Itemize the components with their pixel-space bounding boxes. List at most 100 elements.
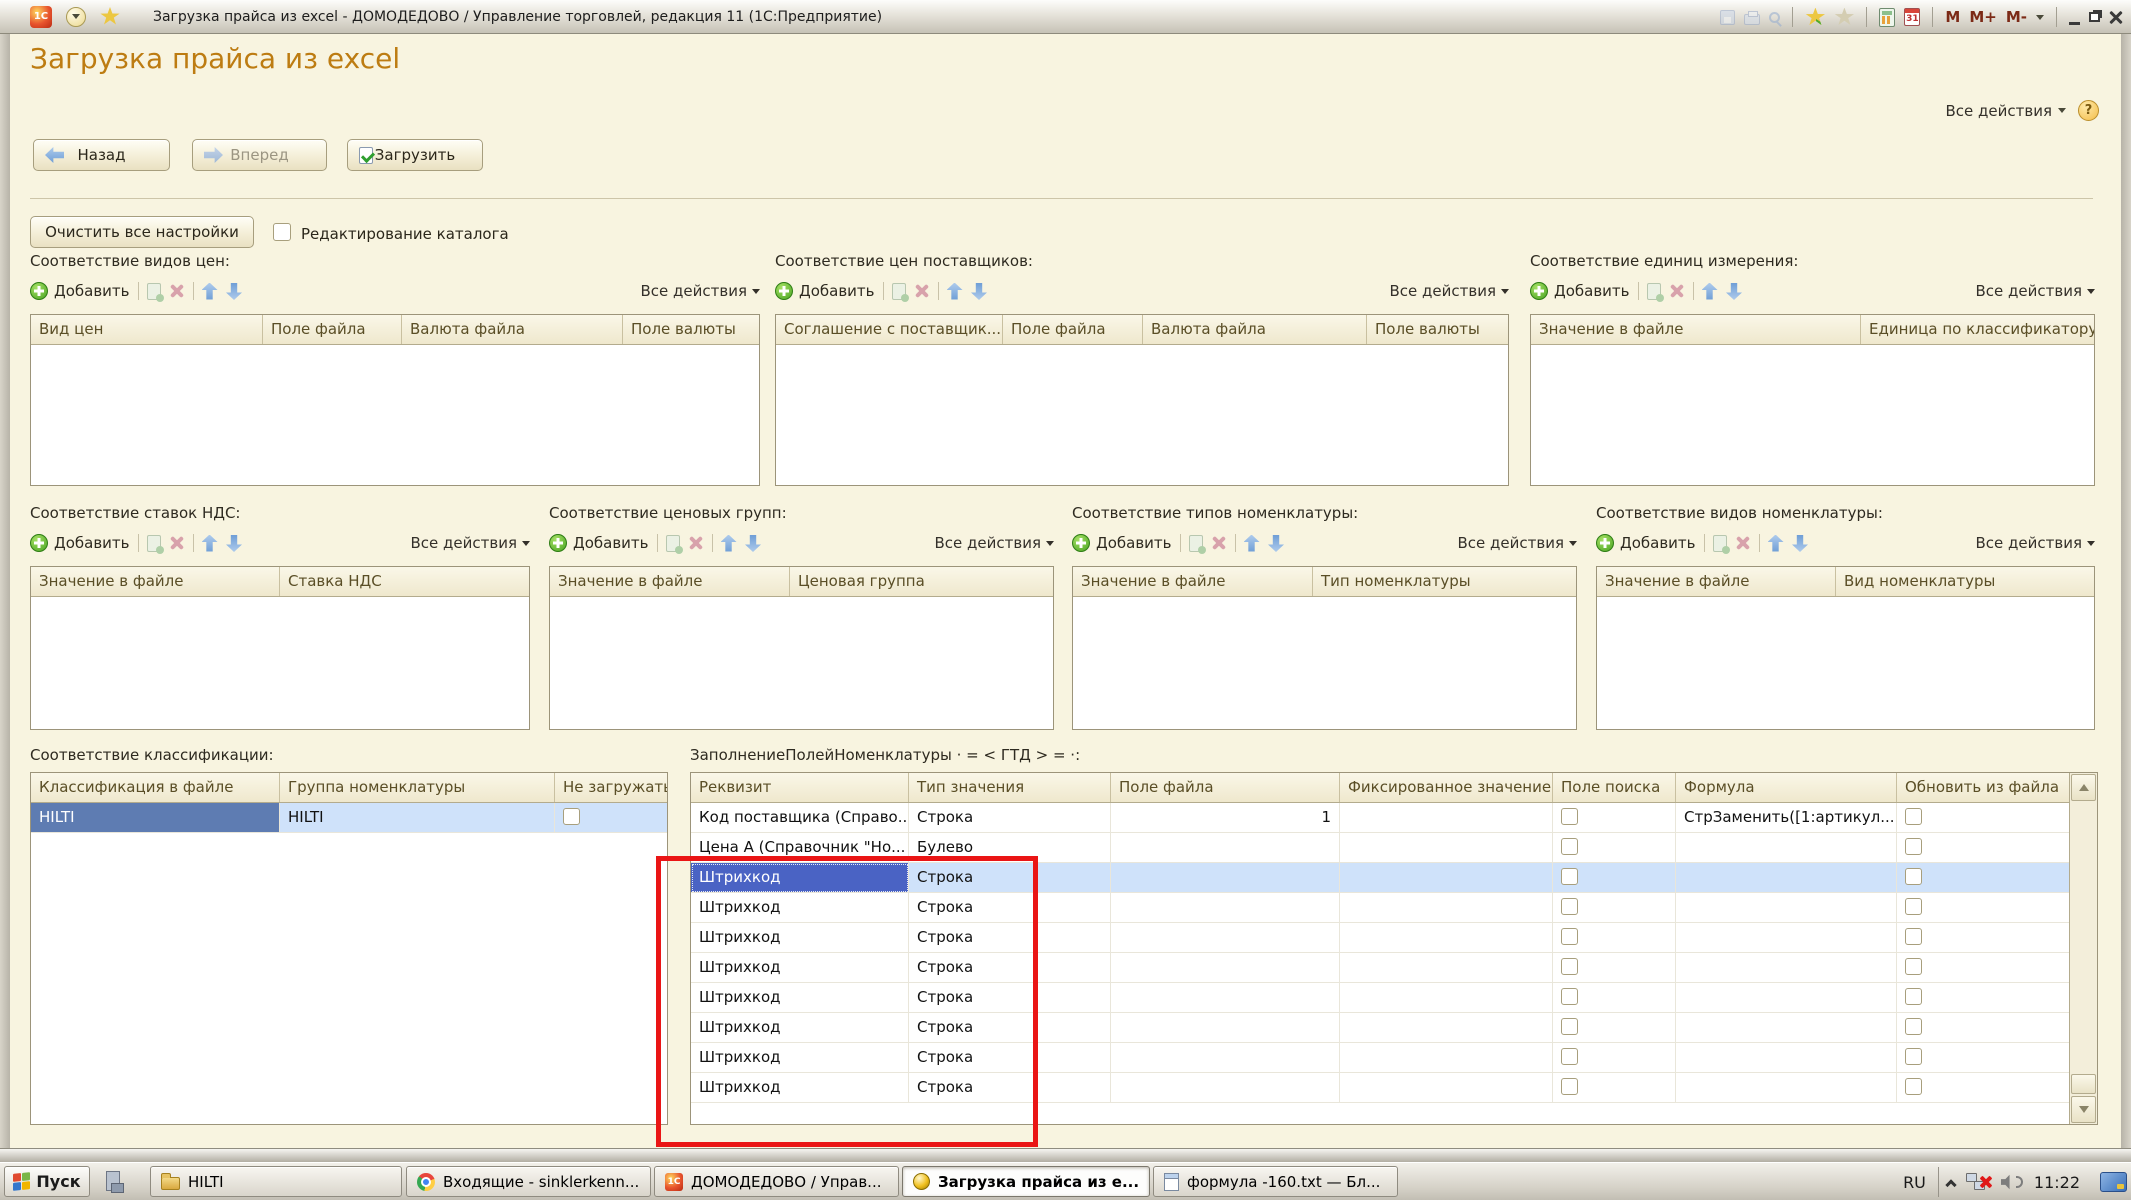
print-icon[interactable] bbox=[1744, 14, 1760, 25]
add-button[interactable]: Добавить bbox=[1530, 282, 1630, 300]
form-all-actions-button[interactable]: Все действия bbox=[1946, 102, 2066, 120]
price-types-table[interactable]: Вид цен Поле файла Валюта файла Поле вал… bbox=[30, 314, 760, 486]
print-preview-icon[interactable] bbox=[1769, 12, 1780, 23]
taskbar-task-mail[interactable]: Входящие - sinklerkenn... bbox=[406, 1166, 651, 1197]
taskbar-task-hilti[interactable]: HILTI bbox=[150, 1166, 402, 1197]
copy-icon[interactable] bbox=[666, 535, 680, 552]
help-button[interactable]: ? bbox=[2078, 100, 2099, 121]
add-button[interactable]: Добавить bbox=[1072, 534, 1172, 552]
delete-icon[interactable] bbox=[169, 283, 185, 299]
search-field-checkbox[interactable] bbox=[1561, 898, 1578, 915]
calendar-icon[interactable]: 31 bbox=[1904, 8, 1920, 26]
search-field-checkbox[interactable] bbox=[1561, 868, 1578, 885]
update-from-file-checkbox[interactable] bbox=[1905, 838, 1922, 855]
column-header[interactable]: Тип значения bbox=[909, 773, 1111, 802]
scrollbar-track[interactable] bbox=[2070, 802, 2097, 1073]
nomenclature-types-table[interactable]: Значение в файле Тип номенклатуры bbox=[1072, 566, 1577, 730]
copy-icon[interactable] bbox=[892, 283, 906, 300]
column-header[interactable]: Поле валюты bbox=[1367, 315, 1509, 344]
column-header[interactable]: Ставка НДС bbox=[280, 567, 530, 596]
section-all-actions-button[interactable]: Все действия bbox=[1976, 534, 2095, 552]
1c-logo-icon[interactable]: 1С bbox=[30, 6, 52, 28]
delete-icon[interactable] bbox=[1735, 535, 1751, 551]
move-up-icon[interactable] bbox=[202, 283, 218, 300]
classification-table[interactable]: Классификация в файле Группа номенклатур… bbox=[30, 772, 668, 1125]
update-from-file-checkbox[interactable] bbox=[1905, 958, 1922, 975]
favorites-star-icon[interactable] bbox=[100, 7, 120, 26]
tray-expand-icon[interactable] bbox=[1945, 1179, 1956, 1190]
scroll-down-button[interactable] bbox=[2071, 1096, 2096, 1123]
edit-catalog-checkbox[interactable] bbox=[273, 223, 291, 241]
search-field-checkbox[interactable] bbox=[1561, 808, 1578, 825]
titlebar-caret-icon[interactable] bbox=[2036, 15, 2044, 24]
search-field-checkbox[interactable] bbox=[1561, 838, 1578, 855]
column-header[interactable]: Классификация в файле bbox=[31, 773, 280, 802]
move-up-icon[interactable] bbox=[947, 283, 963, 300]
save-icon[interactable] bbox=[1720, 10, 1735, 25]
scrollbar-thumb[interactable] bbox=[2071, 1074, 2096, 1094]
language-indicator[interactable]: RU bbox=[1903, 1173, 1926, 1192]
section-all-actions-button[interactable]: Все действия bbox=[935, 534, 1054, 552]
column-header[interactable]: Поле поиска bbox=[1553, 773, 1676, 802]
delete-icon[interactable] bbox=[688, 535, 704, 551]
clock[interactable]: 11:22 bbox=[2034, 1173, 2080, 1192]
add-button[interactable]: Добавить bbox=[1596, 534, 1696, 552]
search-field-checkbox[interactable] bbox=[1561, 1048, 1578, 1065]
nomenclature-kinds-table[interactable]: Значение в файле Вид номенклатуры bbox=[1596, 566, 2095, 730]
move-up-icon[interactable] bbox=[721, 535, 737, 552]
update-from-file-checkbox[interactable] bbox=[1905, 898, 1922, 915]
minimize-icon[interactable] bbox=[2069, 22, 2080, 25]
column-header[interactable]: Значение в файле bbox=[31, 567, 280, 596]
copy-icon[interactable] bbox=[147, 535, 161, 552]
copy-icon[interactable] bbox=[147, 283, 161, 300]
update-from-file-checkbox[interactable] bbox=[1905, 988, 1922, 1005]
column-header[interactable]: Значение в файле bbox=[550, 567, 790, 596]
move-down-icon[interactable] bbox=[1268, 535, 1284, 552]
move-down-icon[interactable] bbox=[1726, 283, 1742, 300]
update-from-file-checkbox[interactable] bbox=[1905, 928, 1922, 945]
section-all-actions-button[interactable]: Все действия bbox=[641, 282, 760, 300]
delete-icon[interactable] bbox=[914, 283, 930, 299]
favorites-list-icon[interactable] bbox=[1834, 8, 1854, 27]
delete-icon[interactable] bbox=[1669, 283, 1685, 299]
column-header[interactable]: Поле файла bbox=[263, 315, 402, 344]
vertical-scrollbar[interactable] bbox=[2069, 773, 2097, 1124]
move-up-icon[interactable] bbox=[202, 535, 218, 552]
column-header[interactable]: Группа номенклатуры bbox=[280, 773, 555, 802]
section-all-actions-button[interactable]: Все действия bbox=[1458, 534, 1577, 552]
add-button[interactable]: Добавить bbox=[30, 282, 130, 300]
move-down-icon[interactable] bbox=[1792, 535, 1808, 552]
column-header[interactable]: Реквизит bbox=[691, 773, 909, 802]
forward-button[interactable]: Вперед bbox=[192, 139, 327, 171]
clear-all-settings-button[interactable]: Очистить все настройки bbox=[30, 216, 254, 248]
section-all-actions-button[interactable]: Все действия bbox=[1390, 282, 1509, 300]
taskbar-task-price-load[interactable]: Загрузка прайса из е... bbox=[902, 1166, 1150, 1197]
supplier-prices-table[interactable]: Соглашение с поставщик... Поле файла Вал… bbox=[775, 314, 1509, 486]
show-desktop-icon[interactable] bbox=[2100, 1172, 2127, 1192]
move-down-icon[interactable] bbox=[745, 535, 761, 552]
update-from-file-checkbox[interactable] bbox=[1905, 1078, 1922, 1095]
column-header[interactable]: Валюта файла bbox=[1143, 315, 1367, 344]
column-header[interactable]: Поле файла bbox=[1111, 773, 1340, 802]
taskbar-task-1c-main[interactable]: 1С ДОМОДЕДОВО / Управ... bbox=[654, 1166, 899, 1197]
search-field-checkbox[interactable] bbox=[1561, 928, 1578, 945]
copy-icon[interactable] bbox=[1189, 535, 1203, 552]
update-from-file-checkbox[interactable] bbox=[1905, 808, 1922, 825]
move-down-icon[interactable] bbox=[226, 283, 242, 300]
column-header[interactable]: Валюта файла bbox=[402, 315, 623, 344]
units-table[interactable]: Значение в файле Единица по классификато… bbox=[1530, 314, 2095, 486]
network-disconnected-icon[interactable] bbox=[1966, 1173, 1990, 1192]
taskbar-task-notepad[interactable]: формула -160.txt — Бл... bbox=[1153, 1166, 1398, 1197]
column-header[interactable]: Единица по классификатору bbox=[1861, 315, 2095, 344]
copy-icon[interactable] bbox=[1713, 535, 1727, 552]
column-header[interactable]: Вид цен bbox=[31, 315, 263, 344]
move-up-icon[interactable] bbox=[1768, 535, 1784, 552]
scroll-up-button[interactable] bbox=[2071, 774, 2096, 801]
add-button[interactable]: Добавить bbox=[30, 534, 130, 552]
search-field-checkbox[interactable] bbox=[1561, 958, 1578, 975]
move-up-icon[interactable] bbox=[1244, 535, 1260, 552]
column-header[interactable]: Соглашение с поставщик... bbox=[776, 315, 1003, 344]
copy-icon[interactable] bbox=[1647, 283, 1661, 300]
column-header[interactable]: Обновить из файла bbox=[1897, 773, 2071, 802]
column-header[interactable]: Формула bbox=[1676, 773, 1897, 802]
